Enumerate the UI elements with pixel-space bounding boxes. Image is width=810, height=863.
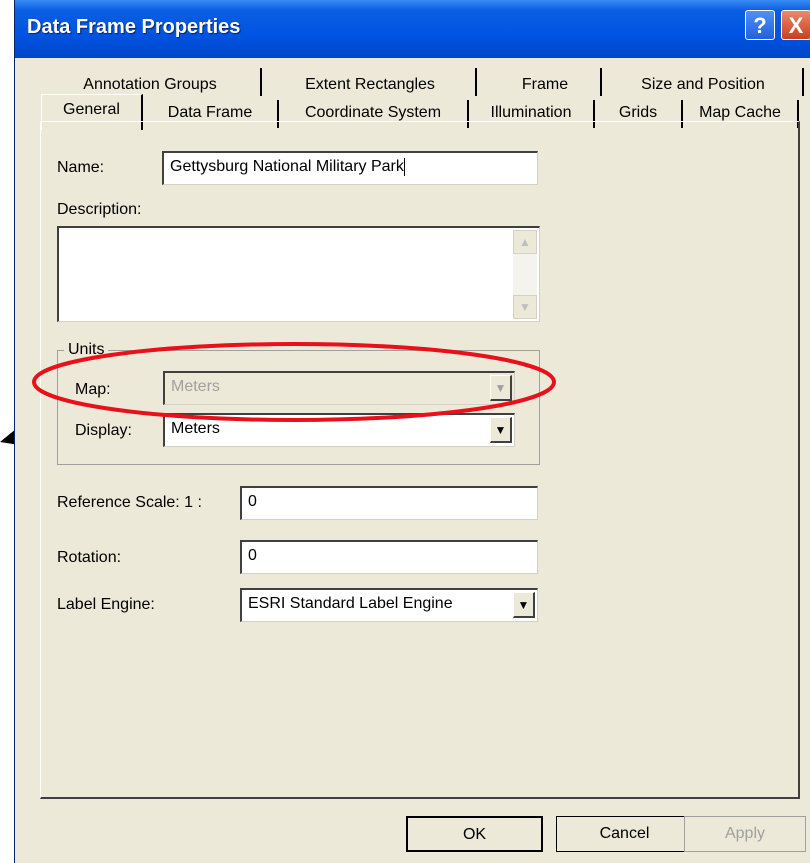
reference-scale-label: Reference Scale: 1 : — [57, 494, 202, 511]
rotation-input[interactable]: 0 — [240, 540, 538, 574]
rotation-value: 0 — [248, 547, 257, 564]
description-label: Description: — [57, 201, 142, 218]
help-icon: ? — [753, 13, 767, 38]
tab-divider — [260, 68, 262, 96]
scroll-down-icon[interactable]: ▼ — [513, 295, 537, 319]
help-button[interactable]: ? — [745, 10, 775, 40]
cancel-button[interactable]: Cancel — [556, 816, 693, 852]
apply-button[interactable]: Apply — [684, 816, 806, 852]
ok-button[interactable]: OK — [406, 816, 543, 852]
close-icon: X — [788, 13, 804, 38]
tab-divider — [600, 68, 602, 96]
name-input-value: Gettysburg National Military Park — [170, 158, 404, 175]
label-engine-label: Label Engine: — [57, 596, 155, 613]
description-textarea[interactable]: ▲ ▼ — [57, 226, 540, 322]
rotation-label: Rotation: — [57, 549, 122, 566]
tab-size-and-position[interactable]: Size and Position — [613, 70, 793, 100]
label-engine-value: ESRI Standard Label Engine — [248, 595, 453, 612]
chevron-down-icon[interactable]: ▼ — [513, 592, 535, 618]
description-scrollbar[interactable]: ▲ ▼ — [513, 230, 537, 319]
text-cursor — [403, 157, 405, 176]
tab-extent-rectangles[interactable]: Extent Rectangles — [275, 70, 465, 100]
tab-frame[interactable]: Frame — [490, 70, 600, 100]
tab-divider — [802, 68, 804, 96]
reference-scale-value: 0 — [248, 493, 257, 510]
name-input[interactable]: Gettysburg National Military Park — [162, 151, 538, 185]
reference-scale-input[interactable]: 0 — [240, 486, 538, 520]
map-units-highlight-ellipse — [32, 342, 556, 422]
label-engine-select[interactable]: ESRI Standard Label Engine ▼ — [240, 588, 538, 622]
scroll-up-icon[interactable]: ▲ — [513, 230, 537, 254]
title-bar[interactable]: Data Frame Properties ? X — [15, 0, 810, 58]
window-title: Data Frame Properties — [27, 16, 241, 38]
name-label: Name: — [57, 159, 105, 176]
close-button[interactable]: X — [781, 10, 810, 40]
tab-divider — [475, 68, 477, 96]
